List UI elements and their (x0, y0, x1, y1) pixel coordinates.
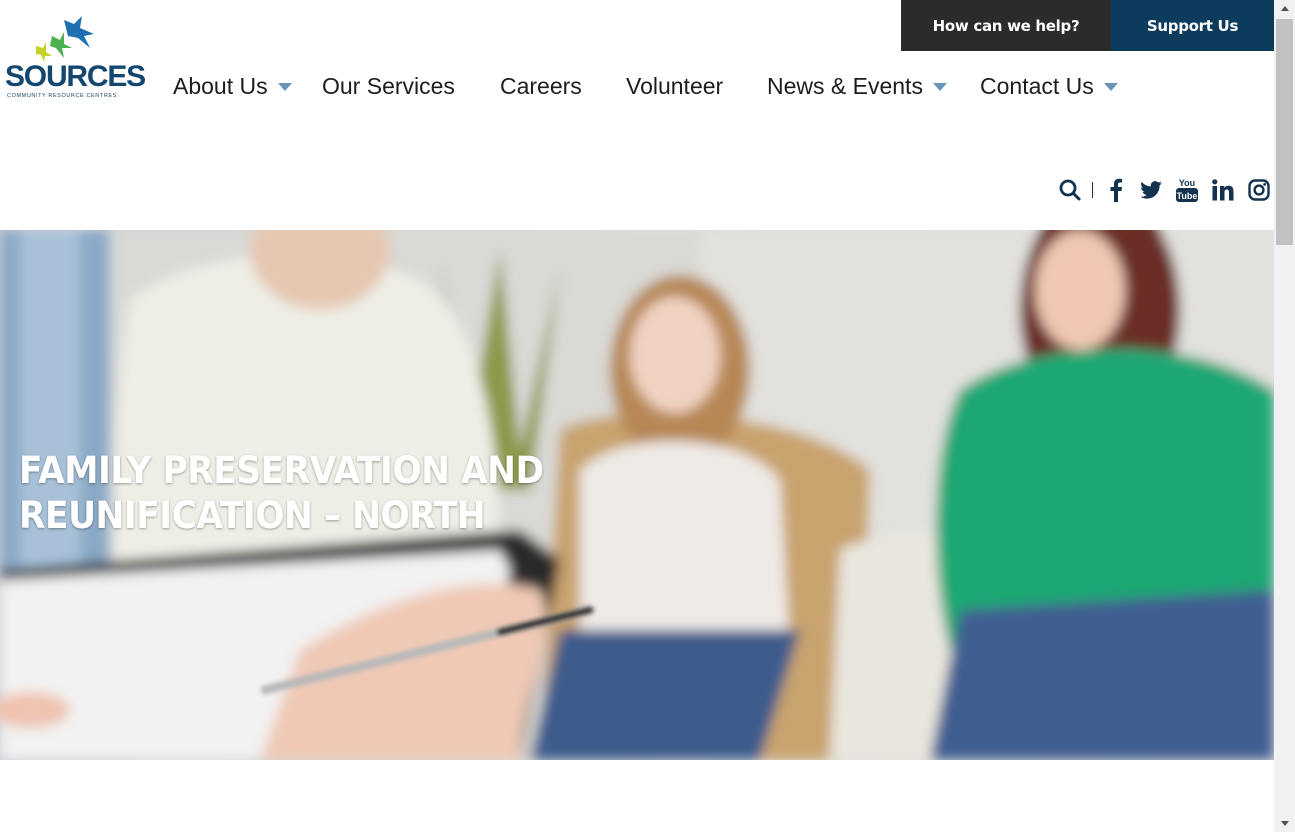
nav-item-label: News & Events (767, 72, 923, 99)
chevron-down-icon[interactable] (277, 83, 292, 91)
nav-item-about-us[interactable]: About Us (173, 70, 292, 102)
nav-item-label: About Us (173, 72, 268, 99)
scroll-up-arrow-icon[interactable] (1274, 0, 1295, 17)
logo-tagline: COMMUNITY RESOURCE CENTRES (7, 93, 117, 99)
nav-item-label: Our Services (322, 72, 455, 99)
how-can-we-help-button[interactable]: How can we help? (901, 0, 1111, 51)
scroll-down-arrow-icon[interactable] (1274, 815, 1295, 832)
nav-item-label: Contact Us (980, 72, 1094, 99)
logo-wordmark: SOURCES (5, 60, 146, 93)
youtube-icon[interactable]: You Tube (1173, 174, 1201, 206)
facebook-icon[interactable] (1102, 174, 1130, 206)
chevron-down-icon[interactable] (932, 83, 947, 91)
hero-banner: FAMILY PRESERVATION AND REUNIFICATION – … (0, 230, 1274, 760)
nav-item-volunteer[interactable]: Volunteer (626, 70, 723, 102)
twitter-icon[interactable] (1137, 174, 1165, 206)
page-title: FAMILY PRESERVATION AND REUNIFICATION – … (19, 448, 544, 538)
scrollbar-thumb[interactable] (1276, 19, 1293, 245)
linkedin-icon[interactable] (1209, 174, 1237, 206)
nav-item-label: Careers (500, 72, 582, 99)
nav-item-careers[interactable]: Careers (500, 70, 582, 102)
page-title-line-2: REUNIFICATION – NORTH (19, 494, 486, 537)
nav-item-news-events[interactable]: News & Events (767, 70, 947, 102)
nav-item-contact-us[interactable]: Contact Us (980, 70, 1118, 102)
birds-logo-icon (36, 16, 94, 62)
chevron-down-icon[interactable] (1103, 83, 1118, 91)
scrollbar[interactable] (1274, 0, 1295, 832)
search-icon[interactable] (1056, 174, 1084, 206)
instagram-icon[interactable] (1245, 174, 1273, 206)
page-title-line-1: FAMILY PRESERVATION AND (19, 449, 544, 492)
youtube-text-top: You (1179, 178, 1195, 188)
sources-logo[interactable]: SOURCES COMMUNITY RESOURCE CENTRES (4, 14, 146, 104)
divider (1092, 182, 1093, 198)
nav-item-our-services[interactable]: Our Services (322, 70, 455, 102)
support-us-button[interactable]: Support Us (1111, 0, 1274, 51)
nav-item-label: Volunteer (626, 72, 724, 99)
youtube-text-bottom: Tube (1177, 191, 1198, 201)
